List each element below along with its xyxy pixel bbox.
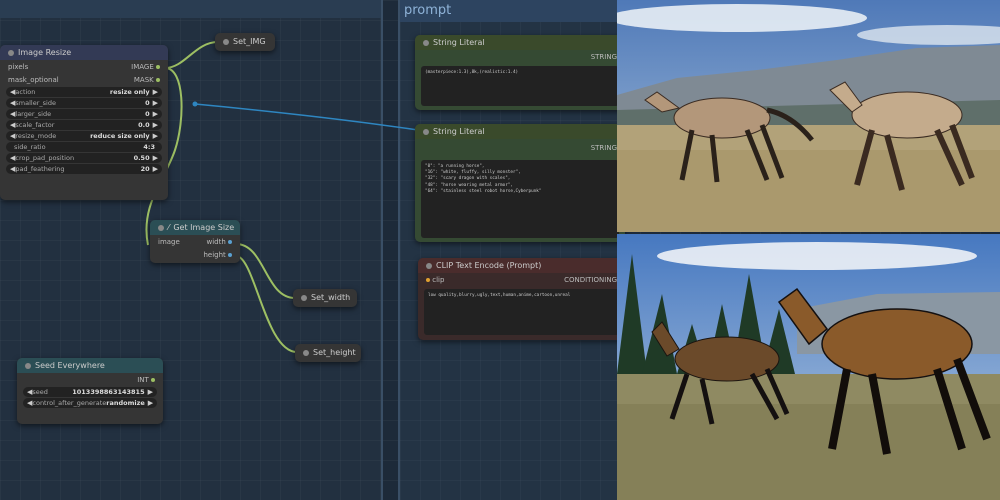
collapse-dot-icon[interactable] xyxy=(8,49,14,56)
node-title[interactable]: String Literal xyxy=(415,35,625,50)
io-row: mask_optional MASK xyxy=(0,73,168,86)
node-title-label: String Literal xyxy=(433,38,485,47)
io-row: pixels IMAGE xyxy=(0,60,168,73)
node-string-literal-1[interactable]: String Literal STRING (masterpiece:1.3),… xyxy=(415,35,625,110)
input-clip[interactable]: clip xyxy=(426,276,444,284)
widget-scale-factor[interactable]: ◀ scale_factor 0.0 ▶ xyxy=(6,120,162,130)
node-title-label: Image Resize xyxy=(18,48,72,57)
text-input[interactable]: low quality,blurry,ugly,text,human,anime… xyxy=(424,289,619,335)
arrow-right-icon[interactable]: ▶ xyxy=(148,388,153,396)
node-set-width[interactable]: Set_width xyxy=(293,289,357,307)
node-get-image-size[interactable]: ⁄ Get Image Size image width height xyxy=(150,220,240,263)
node-clip-text-encode[interactable]: CLIP Text Encode (Prompt) clip CONDITION… xyxy=(418,258,625,340)
node-title[interactable]: ⁄ Get Image Size xyxy=(150,220,240,235)
node-title-label: String Literal xyxy=(433,127,485,136)
node-title[interactable]: Seed Everywhere xyxy=(17,358,163,373)
node-title-label: Set_height xyxy=(313,348,356,357)
collapse-dot-icon[interactable] xyxy=(423,39,429,46)
output-mask[interactable]: MASK xyxy=(134,76,160,84)
output-string[interactable]: STRING xyxy=(591,53,617,61)
node-set-img[interactable]: Set_IMG xyxy=(215,33,275,51)
collapse-dot-icon[interactable] xyxy=(301,295,307,301)
output-height[interactable]: height xyxy=(203,251,232,259)
arrow-right-icon[interactable]: ▶ xyxy=(153,132,158,140)
arrow-right-icon[interactable]: ▶ xyxy=(153,99,158,107)
node-title[interactable]: Set_height xyxy=(295,344,361,362)
io-row: height xyxy=(150,248,240,261)
output-image[interactable]: IMAGE xyxy=(131,63,160,71)
widget-larger-side[interactable]: ◀ larger_side 0 ▶ xyxy=(6,109,162,119)
node-seed-everywhere[interactable]: Seed Everywhere INT ◀ seed 101339886314381… xyxy=(17,358,163,424)
group-prompt-header[interactable]: prompt xyxy=(400,0,620,22)
collapse-dot-icon[interactable] xyxy=(158,224,164,231)
node-title[interactable]: Image Resize xyxy=(0,45,168,60)
widget-side-ratio[interactable]: side_ratio 4:3 xyxy=(6,142,162,152)
node-title[interactable]: String Literal xyxy=(415,124,625,139)
output-width[interactable]: width xyxy=(206,238,232,246)
arrow-right-icon[interactable]: ▶ xyxy=(153,88,158,96)
collapse-dot-icon[interactable] xyxy=(303,350,309,356)
widget-seed[interactable]: ◀ seed 1013398863143815 ▶ xyxy=(23,387,157,397)
collapse-dot-icon[interactable] xyxy=(426,262,432,269)
node-title[interactable]: Set_IMG xyxy=(215,33,275,51)
arrow-right-icon[interactable]: ▶ xyxy=(148,399,153,407)
preview-image-top xyxy=(617,0,1000,232)
node-title-label: Get Image Size xyxy=(173,223,235,232)
output-int[interactable]: INT xyxy=(137,376,155,384)
text-input[interactable]: "0": "a running horse", "16": "white, fl… xyxy=(421,160,619,238)
node-string-literal-2[interactable]: String Literal STRING "0": "a running ho… xyxy=(415,124,625,242)
node-title-label: CLIP Text Encode (Prompt) xyxy=(436,261,542,270)
collapse-dot-icon[interactable] xyxy=(25,362,31,369)
node-title[interactable]: CLIP Text Encode (Prompt) xyxy=(418,258,625,273)
widget-control-after-generate[interactable]: ◀ control_after_generate randomize ▶ xyxy=(23,398,157,408)
collapse-dot-icon[interactable] xyxy=(423,128,429,135)
group-left-header[interactable] xyxy=(0,0,381,18)
widget-smaller-side[interactable]: ◀ smaller_side 0 ▶ xyxy=(6,98,162,108)
arrow-right-icon[interactable]: ▶ xyxy=(153,165,158,173)
widget-pad-feathering[interactable]: ◀ pad_feathering 20 ▶ xyxy=(6,164,162,174)
group-prompt-title: prompt xyxy=(404,3,452,18)
node-title[interactable]: Set_width xyxy=(293,289,357,307)
arrow-right-icon[interactable]: ▶ xyxy=(153,154,158,162)
input-mask-optional[interactable]: mask_optional xyxy=(8,76,59,84)
text-input[interactable]: (masterpiece:1.3),8k,(realistic:1.4) xyxy=(421,66,619,106)
input-image[interactable]: image xyxy=(158,238,180,246)
node-title-label: Set_width xyxy=(311,293,351,302)
node-title-label: Set_IMG xyxy=(233,37,266,46)
widget-crop-pad-position[interactable]: ◀ crop_pad_position 0.50 ▶ xyxy=(6,153,162,163)
output-port-icon[interactable] xyxy=(151,377,155,382)
io-row: clip CONDITIONING xyxy=(418,273,625,286)
node-graph-canvas[interactable]: prompt Image Resize pixels IMAGE mask_op… xyxy=(0,0,1000,500)
io-row: STRING xyxy=(415,50,625,63)
output-port-icon[interactable] xyxy=(156,77,160,82)
output-conditioning[interactable]: CONDITIONING xyxy=(564,276,617,284)
io-row: INT xyxy=(17,373,163,386)
output-port-icon[interactable] xyxy=(228,252,232,257)
node-set-height[interactable]: Set_height xyxy=(295,344,361,362)
output-string[interactable]: STRING xyxy=(591,144,617,152)
edit-pencil-icon: ⁄ xyxy=(168,223,170,232)
input-port-icon[interactable] xyxy=(426,277,430,282)
output-port-icon[interactable] xyxy=(228,239,232,244)
io-row: STRING xyxy=(415,139,625,157)
arrow-right-icon[interactable]: ▶ xyxy=(153,121,158,129)
input-pixels[interactable]: pixels xyxy=(8,63,28,71)
widget-resize-mode[interactable]: ◀ resize_mode reduce size only ▶ xyxy=(6,131,162,141)
arrow-right-icon[interactable]: ▶ xyxy=(153,110,158,118)
widget-action[interactable]: ◀ action resize only ▶ xyxy=(6,87,162,97)
output-port-icon[interactable] xyxy=(156,64,160,69)
io-row: image width xyxy=(150,235,240,248)
preview-image-bottom xyxy=(617,234,1000,500)
node-image-resize[interactable]: Image Resize pixels IMAGE mask_optional … xyxy=(0,45,168,200)
node-title-label: Seed Everywhere xyxy=(35,361,105,370)
collapse-dot-icon[interactable] xyxy=(223,39,229,45)
